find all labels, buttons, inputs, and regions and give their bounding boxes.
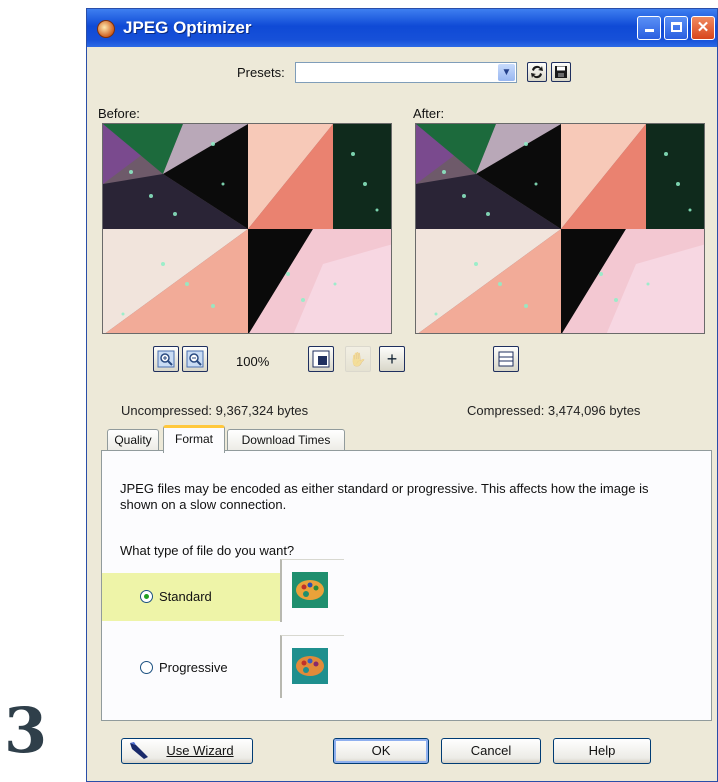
after-preview[interactable] [415,123,705,334]
tab-quality[interactable]: Quality [107,429,159,451]
close-button[interactable]: ✕ [691,16,715,40]
progressive-radio[interactable] [140,661,153,674]
progressive-label: Progressive [159,660,228,675]
chevron-down-icon[interactable]: ▼ [498,64,515,81]
zoom-out-icon [186,350,204,368]
uncompressed-size: Uncompressed: 9,367,324 bytes [121,403,309,418]
maximize-button[interactable] [664,16,688,40]
standard-radio[interactable] [140,590,153,603]
zoom-100-button[interactable] [308,346,334,372]
window-title: JPEG Optimizer [123,18,252,37]
minimize-icon [644,29,654,32]
wizard-wand-icon [130,742,148,759]
standard-option[interactable]: Standard [140,589,212,604]
pan-icon: ✋ [349,351,367,367]
compressed-size: Compressed: 3,474,096 bytes [467,403,641,418]
proof-icon [498,351,514,367]
cancel-button[interactable]: Cancel [441,738,541,764]
standard-thumbnail [280,559,344,622]
proof-button[interactable] [493,346,519,372]
presets-label: Presets: [237,65,285,80]
format-description: JPEG files may be encoded as either stan… [120,481,649,512]
after-label: After: [413,106,445,121]
use-wizard-label: Use Wizard [166,743,234,758]
progressive-option[interactable]: Progressive [140,660,228,675]
jpeg-optimizer-dialog: JPEG Optimizer ✕ Presets: ▼ Before: Afte… [86,8,718,782]
zoom-in-icon [157,350,175,368]
load-preset-icon [531,65,543,79]
close-icon: ✕ [696,19,710,36]
zoom-in-button[interactable] [153,346,179,372]
ok-button[interactable]: OK [333,738,429,764]
palette-icon [292,648,328,684]
jpeg-optimizer-app-icon [97,20,115,38]
zoom-100-icon [312,350,330,368]
standard-label: Standard [159,589,212,604]
load-preset-button[interactable] [527,62,547,82]
pan-button[interactable]: ✋ [345,346,371,372]
use-wizard-button[interactable]: Use Wizard [121,738,253,764]
zoom-level: 100% [236,354,270,369]
tab-download-times[interactable]: Download Times [227,429,345,451]
step-number: 3 [4,694,48,767]
title-bar[interactable]: JPEG Optimizer ✕ [87,9,717,47]
save-preset-button[interactable] [551,62,571,82]
move-icon: + [386,349,398,369]
before-preview[interactable] [102,123,392,334]
before-label: Before: [98,106,140,121]
minimize-button[interactable] [637,16,661,40]
format-question: What type of file do you want? [120,543,295,558]
format-panel: JPEG files may be encoded as either stan… [101,450,712,721]
palette-icon [292,572,328,608]
zoom-out-button[interactable] [182,346,208,372]
maximize-icon [670,22,682,32]
tab-format[interactable]: Format [163,425,225,453]
progressive-thumbnail [280,635,344,698]
help-button[interactable]: Help [553,738,651,764]
save-preset-icon [555,66,567,78]
presets-dropdown[interactable]: ▼ [295,62,517,83]
move-button[interactable]: + [379,346,405,372]
